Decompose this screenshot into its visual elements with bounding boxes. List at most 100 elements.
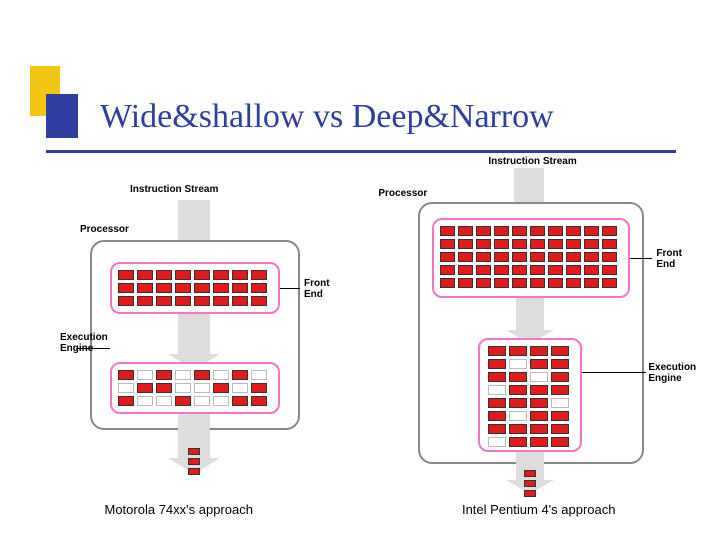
grid-cell	[118, 370, 134, 380]
grid-cell	[530, 372, 548, 382]
grid-cell	[488, 398, 506, 408]
grid-cell	[551, 411, 569, 421]
grid-cell	[118, 283, 134, 293]
grid-cell	[118, 296, 134, 306]
grid-cell	[488, 437, 506, 447]
grid-cell	[188, 448, 200, 455]
caption-left: Motorola 74xx's approach	[105, 502, 253, 517]
grid-cell	[530, 239, 545, 249]
grid-cell	[156, 383, 172, 393]
grid-cell	[156, 283, 172, 293]
grid-cell	[194, 296, 210, 306]
grid-cell	[551, 385, 569, 395]
grid-cell	[548, 239, 563, 249]
grid-cell	[194, 370, 210, 380]
grid-cell	[440, 252, 455, 262]
grid-cell	[494, 239, 509, 249]
grid-cell	[440, 265, 455, 275]
grid-cell	[548, 265, 563, 275]
label-front-end: Front End	[304, 278, 330, 300]
label-processor: Processor	[80, 224, 129, 235]
grid-cell	[566, 278, 581, 288]
grid-cell	[512, 252, 527, 262]
grid-cell	[213, 370, 229, 380]
grid-cell	[602, 265, 617, 275]
grid-cell	[530, 398, 548, 408]
label-processor: Processor	[378, 188, 427, 199]
grid-cell	[509, 437, 527, 447]
grid-cell	[494, 278, 509, 288]
grid-cell	[232, 396, 248, 406]
callout-line	[630, 258, 652, 259]
grid-cell	[509, 385, 527, 395]
grid-cell	[251, 270, 267, 280]
grid-cell	[137, 296, 153, 306]
grid-cell	[458, 239, 473, 249]
grid-cell	[458, 252, 473, 262]
grid-cell	[175, 370, 191, 380]
grid-cell	[530, 424, 548, 434]
grid-cell	[137, 370, 153, 380]
grid-cell	[194, 383, 210, 393]
frontend-cells	[440, 226, 617, 288]
grid-cell	[458, 226, 473, 236]
grid-cell	[488, 359, 506, 369]
grid-cell	[213, 283, 229, 293]
grid-cell	[551, 398, 569, 408]
grid-cell	[584, 278, 599, 288]
grid-cell	[458, 278, 473, 288]
grid-cell	[530, 411, 548, 421]
grid-cell	[175, 270, 191, 280]
grid-cell	[566, 226, 581, 236]
grid-cell	[213, 383, 229, 393]
header-underline	[46, 150, 676, 153]
grid-cell	[530, 278, 545, 288]
grid-cell	[530, 265, 545, 275]
grid-cell	[476, 265, 491, 275]
exec-cells	[488, 346, 569, 447]
grid-cell	[488, 372, 506, 382]
grid-cell	[137, 383, 153, 393]
grid-cell	[530, 385, 548, 395]
grid-cell	[194, 396, 210, 406]
callout-line	[582, 372, 646, 373]
exec-cells	[118, 370, 267, 406]
out-cells	[524, 470, 536, 497]
grid-cell	[251, 296, 267, 306]
grid-cell	[488, 424, 506, 434]
grid-cell	[156, 270, 172, 280]
grid-cell	[476, 278, 491, 288]
slide-title: Wide&shallow vs Deep&Narrow	[100, 98, 554, 136]
grid-cell	[118, 396, 134, 406]
grid-cell	[584, 252, 599, 262]
grid-cell	[232, 270, 248, 280]
grid-cell	[175, 383, 191, 393]
callout-line	[280, 288, 300, 289]
grid-cell	[188, 458, 200, 465]
grid-cell	[584, 239, 599, 249]
grid-cell	[251, 370, 267, 380]
grid-cell	[476, 226, 491, 236]
grid-cell	[548, 226, 563, 236]
label-exec-engine: Execution Engine	[60, 332, 108, 354]
label-front-end: Front End	[656, 248, 682, 270]
out-cells	[188, 448, 200, 475]
grid-cell	[584, 265, 599, 275]
grid-cell	[602, 252, 617, 262]
grid-cell	[524, 480, 536, 487]
grid-cell	[566, 239, 581, 249]
grid-cell	[530, 346, 548, 356]
grid-cell	[494, 226, 509, 236]
grid-cell	[530, 437, 548, 447]
grid-cell	[175, 396, 191, 406]
grid-cell	[488, 385, 506, 395]
grid-cell	[584, 226, 599, 236]
grid-cell	[213, 296, 229, 306]
grid-cell	[551, 346, 569, 356]
grid-cell	[602, 226, 617, 236]
grid-cell	[156, 396, 172, 406]
grid-cell	[137, 396, 153, 406]
grid-cell	[509, 359, 527, 369]
grid-cell	[458, 265, 473, 275]
grid-cell	[232, 383, 248, 393]
